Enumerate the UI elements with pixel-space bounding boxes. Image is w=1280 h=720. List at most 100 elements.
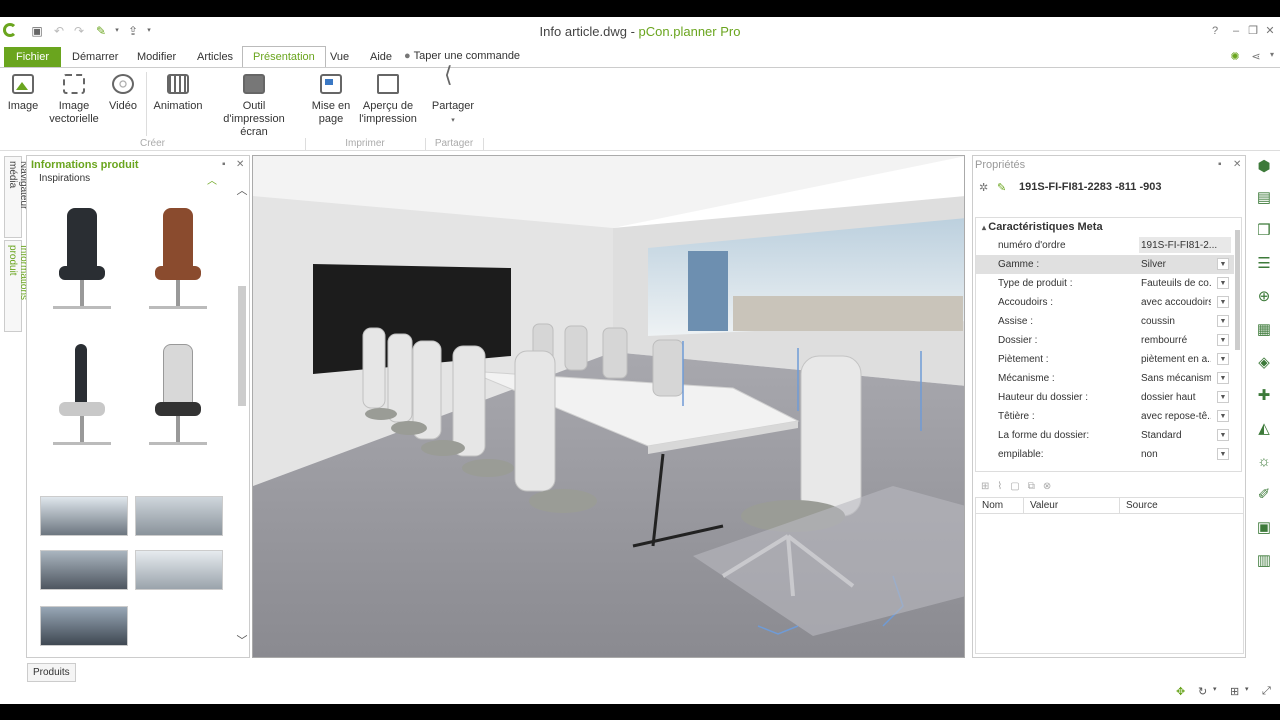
tab-product-info[interactable]: Informations produit <box>4 240 29 332</box>
move-tool-icon[interactable]: ✥ <box>1176 685 1185 698</box>
tips-icon[interactable]: ✺ <box>1228 50 1242 64</box>
dropdown-arrow-icon[interactable]: ▼ <box>1217 258 1229 270</box>
column-header-valeur[interactable]: Valeur <box>1024 498 1120 514</box>
book-search-icon[interactable]: ▤ <box>1254 188 1274 208</box>
fullscreen-icon[interactable]: ⤢ <box>1262 685 1271 698</box>
dropdown-arrow-icon[interactable]: ▼ <box>1217 372 1229 384</box>
image-gallery-icon[interactable]: ▣ <box>1254 518 1274 538</box>
rotate-dropdown-icon[interactable]: ▾ <box>1213 685 1217 693</box>
dropdown-arrow-icon[interactable]: ▼ <box>1217 410 1229 422</box>
tab-articles[interactable]: Articles <box>187 47 243 67</box>
property-row[interactable]: Têtière : avec repose-tê... ▼ <box>976 407 1234 426</box>
chair-thumbnail-black[interactable] <box>41 208 121 328</box>
catalog-icon[interactable]: ⬢ <box>1254 157 1274 177</box>
light-icon[interactable]: ☼ <box>1254 452 1274 472</box>
command-search[interactable]: ● Taper une commande <box>404 50 520 62</box>
layout-icon[interactable]: ▥ <box>1254 551 1274 571</box>
add-icon[interactable]: ⊞ <box>981 481 989 492</box>
web-search-icon[interactable]: ⊕ <box>1254 287 1274 307</box>
close-window-icon[interactable]: ✕ <box>1262 23 1278 39</box>
chair-thumbnail-brown[interactable] <box>137 208 217 328</box>
tab-modifier[interactable]: Modifier <box>127 47 186 67</box>
property-row[interactable]: Type de produit : Fauteuils de co... ▼ <box>976 274 1234 293</box>
pin-icon[interactable]: ▪ <box>222 159 226 170</box>
grid-dropdown-icon[interactable]: ▾ <box>1245 685 1249 693</box>
vector-image-button[interactable]: Image vectorielle <box>46 74 102 126</box>
help-icon[interactable]: ? <box>1207 23 1223 39</box>
chair-thumbnail-white[interactable] <box>137 344 217 464</box>
dropdown-arrow-icon[interactable]: ▼ <box>1217 315 1229 327</box>
dropdown-arrow-icon[interactable]: ▼ <box>1217 296 1229 308</box>
article-list-icon[interactable]: ☰ <box>1254 254 1274 274</box>
screenshot-tool-button[interactable]: Outil d'impression écran <box>212 74 296 139</box>
chart-icon[interactable]: ◭ <box>1254 419 1274 439</box>
dropdown-arrow-icon[interactable]: ▼ <box>1217 429 1229 441</box>
room-thumbnail[interactable] <box>40 606 128 646</box>
new-doc-icon[interactable]: ▢ <box>1010 481 1019 492</box>
tab-demarrer[interactable]: Démarrer <box>62 47 128 67</box>
panel-scrollbar[interactable]: ︿ ﹀ <box>235 182 249 648</box>
share-top-icon[interactable]: ⋖ <box>1249 50 1263 64</box>
tab-fichier[interactable]: Fichier <box>4 47 62 67</box>
share-button[interactable]: Partager ▾ <box>430 68 476 127</box>
property-row[interactable]: Mécanisme : Sans mécanisme ▼ <box>976 369 1234 388</box>
materials-icon[interactable]: ✚ <box>1254 386 1274 406</box>
property-row[interactable]: La forme du dossier: Standard ▼ <box>976 426 1234 445</box>
column-header-nom[interactable]: Nom <box>976 498 1024 514</box>
dropdown-arrow-icon[interactable]: ▼ <box>1217 448 1229 460</box>
grid-scrollbar[interactable] <box>1234 220 1241 470</box>
3d-viewport[interactable] <box>252 155 965 658</box>
brush-tool-icon[interactable]: ✐ <box>1254 485 1274 505</box>
grid-scrollbar-thumb[interactable] <box>1235 230 1240 350</box>
dropdown-arrow-icon[interactable]: ▼ <box>1217 391 1229 403</box>
close-panel-icon[interactable]: ✕ <box>236 159 244 170</box>
property-row[interactable]: Gamme : Silver ▼ <box>976 255 1234 274</box>
property-row[interactable]: Assise : coussin ▼ <box>976 312 1234 331</box>
article-settings-icon[interactable]: ✲ <box>979 181 988 194</box>
property-row[interactable]: Accoudoirs : avec accoudoirs ▼ <box>976 293 1234 312</box>
tab-presentation[interactable]: Présentation <box>242 46 326 68</box>
pin-icon[interactable]: ▪ <box>1218 159 1222 170</box>
room-thumbnail[interactable] <box>135 496 223 536</box>
property-row[interactable]: Hauteur du dossier : dossier haut ▼ <box>976 388 1234 407</box>
property-row[interactable]: empilable: non ▼ <box>976 445 1234 464</box>
print-preview-button[interactable]: Aperçu de l'impression <box>358 74 418 126</box>
video-button[interactable]: Vidéo <box>106 74 140 113</box>
animation-button[interactable]: Animation <box>152 74 204 113</box>
share-dropdown-icon[interactable]: ▾ <box>1265 50 1279 64</box>
copy-icon[interactable]: ⧉ <box>1028 481 1035 492</box>
grid-icon[interactable]: ⊞ <box>1230 685 1239 698</box>
cubes-icon[interactable]: ❒ <box>1254 221 1274 241</box>
scroll-down-icon[interactable]: ﹀ <box>235 632 249 648</box>
dropdown-arrow-icon[interactable]: ▼ <box>1217 334 1229 346</box>
section-header[interactable]: ▴ Caractéristiques Meta <box>982 221 1103 233</box>
tab-vue[interactable]: Vue <box>320 47 359 67</box>
column-header-source[interactable]: Source <box>1120 498 1243 514</box>
edit-icon[interactable]: ✎ <box>997 181 1006 194</box>
scroll-up-icon[interactable]: ︿ <box>235 182 249 198</box>
room-thumbnail[interactable] <box>40 550 128 590</box>
scrollbar-thumb[interactable] <box>238 286 246 406</box>
minimize-icon[interactable]: – <box>1228 23 1244 39</box>
layers-icon[interactable]: ◈ <box>1254 353 1274 373</box>
tab-media-navigator[interactable]: Navigateur média <box>4 156 29 238</box>
tab-aide[interactable]: Aide <box>360 47 402 67</box>
brush-icon[interactable]: ⌇ <box>997 481 1002 492</box>
room-thumbnail[interactable] <box>135 550 223 590</box>
collapse-chevron-icon[interactable]: ︿ <box>207 172 217 187</box>
box-icon[interactable]: ▦ <box>1254 320 1274 340</box>
room-thumbnail[interactable] <box>40 496 128 536</box>
dropdown-arrow-icon[interactable]: ▼ <box>1217 277 1229 289</box>
products-tab[interactable]: Produits <box>27 663 76 682</box>
property-row[interactable]: Piètement : piètement en a... ▼ <box>976 350 1234 369</box>
close-panel-icon[interactable]: ✕ <box>1233 159 1241 170</box>
chair-thumbnail-side[interactable] <box>41 344 121 464</box>
image-button[interactable]: Image <box>6 74 40 113</box>
page-layout-button[interactable]: Mise en page <box>310 74 352 126</box>
delete-icon[interactable]: ⊗ <box>1043 481 1051 492</box>
rotate-icon[interactable]: ↻ <box>1198 685 1207 698</box>
restore-icon[interactable]: ❐ <box>1245 23 1261 39</box>
property-row[interactable]: numéro d'ordre 191S-FI-FI81-2... <box>976 236 1234 255</box>
dropdown-arrow-icon[interactable]: ▼ <box>1217 353 1229 365</box>
property-row[interactable]: Dossier : rembourré ▼ <box>976 331 1234 350</box>
